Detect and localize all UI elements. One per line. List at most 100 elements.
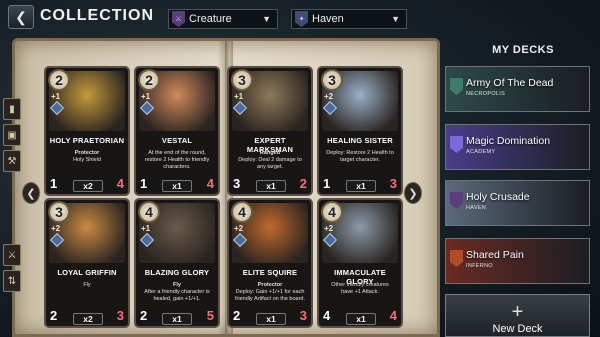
filter-button[interactable]: ⚔: [3, 244, 21, 266]
card-text: Protector Holy Shield: [52, 150, 122, 164]
card-keyword: Protector: [74, 150, 100, 156]
next-page-button[interactable]: ❯: [404, 182, 422, 204]
card-cost: 4: [231, 201, 253, 223]
card-bonus: +1: [234, 92, 244, 101]
card-attack: 1: [323, 176, 331, 191]
card-cost: 3: [321, 69, 343, 91]
card-bonus: +1: [141, 92, 151, 101]
card-keyword: Fly: [173, 282, 181, 288]
card-name: VESTAL: [161, 136, 193, 145]
card-health: 3: [299, 308, 307, 323]
my-decks-title: MY DECKS: [492, 44, 554, 56]
card-health: 3: [116, 308, 124, 323]
card-copies-badge: x1: [346, 313, 376, 325]
chevron-right-icon: ❯: [408, 187, 418, 200]
deck-name: Holy Crusade: [466, 191, 530, 203]
card-copies-badge: x1: [256, 313, 286, 325]
deck-tab-icon: ▣: [7, 129, 17, 141]
haven-icon: ✦: [295, 11, 308, 27]
card-attack: 2: [140, 308, 148, 323]
card-health: 2: [299, 176, 307, 191]
card-text: Deploy: Restore 2 Health to target chara…: [325, 150, 395, 164]
card-copies-badge: x1: [256, 180, 286, 192]
card-text: Fly: [52, 282, 122, 289]
card-cost: 2: [138, 69, 160, 91]
chevron-down-icon: ▼: [262, 14, 271, 24]
card-copies-badge: x2: [73, 313, 103, 325]
creature-type-dropdown[interactable]: ⚔ Creature ▼: [168, 9, 278, 29]
deck-faction: HAVEN: [466, 205, 487, 211]
craft-tab-icon: ⚒: [7, 155, 17, 167]
faction-icon: [450, 78, 463, 95]
card-health: 5: [206, 308, 214, 323]
card-description: Other friendly creatures have +1 Attack.: [331, 282, 389, 295]
card-name: BLAZING GLORY: [144, 268, 210, 277]
chevron-down-icon: ▼: [391, 14, 400, 24]
card-description: At the end of the round, restore 2 Healt…: [144, 150, 210, 170]
prev-page-button[interactable]: ❮: [22, 182, 40, 204]
card-text: At the end of the round, restore 2 Healt…: [142, 150, 212, 171]
card-cost: 4: [321, 201, 343, 223]
card-description: After a friendly character is healed, ga…: [144, 289, 210, 302]
card[interactable]: 3 +2 LOYAL GRIFFIN Fly BEAST 2 3: [44, 198, 130, 328]
card-attack: 1: [50, 176, 58, 191]
card-attack: 1: [140, 176, 148, 191]
card-health: 4: [116, 176, 124, 191]
card-name: HOLY PRAETORIAN: [49, 136, 125, 145]
card-attack: 3: [233, 176, 241, 191]
card-copies-badge: x1: [162, 180, 192, 192]
craft-tab[interactable]: ⚒: [3, 150, 21, 172]
deck-item[interactable]: Magic Domination ACADEMY: [445, 124, 590, 170]
card-bonus: +2: [324, 92, 334, 101]
deck-name: Army Of The Dead: [466, 77, 554, 89]
card-attack: 2: [233, 308, 241, 323]
card[interactable]: 3 +1 EXPERT MARKSMAN Ranged Deploy: Deal…: [227, 66, 313, 196]
sort-icon: ⇅: [7, 275, 17, 287]
new-deck-label: New Deck: [492, 323, 543, 335]
card-text: Fly After a friendly character is healed…: [142, 282, 212, 303]
cards-tab[interactable]: ▮: [3, 98, 21, 120]
deck-faction: INFERNO: [466, 263, 493, 269]
faction-value: Haven: [312, 13, 344, 25]
deck-item[interactable]: Army Of The Dead NECROPOLIS: [445, 66, 590, 112]
card-keyword: Protector: [257, 282, 283, 288]
card[interactable]: 4 +2 IMMACULATE GLORY Other friendly cre…: [317, 198, 403, 328]
card[interactable]: 4 +2 ELITE SQUIRE Protector Deploy: Gain…: [227, 198, 313, 328]
card-cost: 3: [231, 69, 253, 91]
card[interactable]: 3 +2 HEALING SISTER Deploy: Restore 2 He…: [317, 66, 403, 196]
creature-type-value: Creature: [189, 13, 232, 25]
sort-button[interactable]: ⇅: [3, 270, 21, 292]
page-title: COLLECTION: [40, 7, 154, 24]
card-attack: 4: [323, 308, 331, 323]
card-copies-badge: x1: [346, 180, 376, 192]
deck-item[interactable]: Shared Pain INFERNO: [445, 238, 590, 284]
card[interactable]: 2 +1 VESTAL At the end of the round, res…: [134, 66, 220, 196]
faction-dropdown[interactable]: ✦ Haven ▼: [291, 9, 407, 29]
card-description: Fly: [83, 282, 91, 288]
back-button[interactable]: ❮: [8, 5, 34, 29]
decks-tab[interactable]: ▣: [3, 124, 21, 146]
card-description: Deploy: Gain +1/+1 for each friendly Art…: [235, 289, 306, 302]
card-health: 4: [206, 176, 214, 191]
card-health: 3: [389, 176, 397, 191]
card-keyword: Ranged: [259, 150, 281, 156]
deck-name: Shared Pain: [466, 249, 524, 261]
card-health: 4: [389, 308, 397, 323]
card-text: Other friendly creatures have +1 Attack.: [325, 282, 395, 296]
card-copies-badge: x2: [73, 180, 103, 192]
faction-icon: [450, 250, 463, 267]
card-bonus: +2: [51, 224, 61, 233]
card-text: Ranged Deploy: Deal 2 damage to any targ…: [235, 150, 305, 171]
card-bonus: +1: [51, 92, 61, 101]
deck-item[interactable]: Holy Crusade HAVEN: [445, 180, 590, 226]
new-deck-button[interactable]: + New Deck: [445, 294, 590, 337]
card[interactable]: 4 +1 BLAZING GLORY Fly After a friendly …: [134, 198, 220, 328]
card-tab-icon: ▮: [9, 103, 15, 115]
card[interactable]: 2 +1 HOLY PRAETORIAN Protector Holy Shie…: [44, 66, 130, 196]
card-bonus: +2: [234, 224, 244, 233]
faction-icon: [450, 192, 463, 209]
faction-icon: [450, 136, 463, 153]
card-description: Deploy: Deal 2 damage to any target.: [238, 157, 302, 170]
deck-faction: ACADEMY: [466, 149, 496, 155]
card-bonus: +1: [141, 224, 151, 233]
